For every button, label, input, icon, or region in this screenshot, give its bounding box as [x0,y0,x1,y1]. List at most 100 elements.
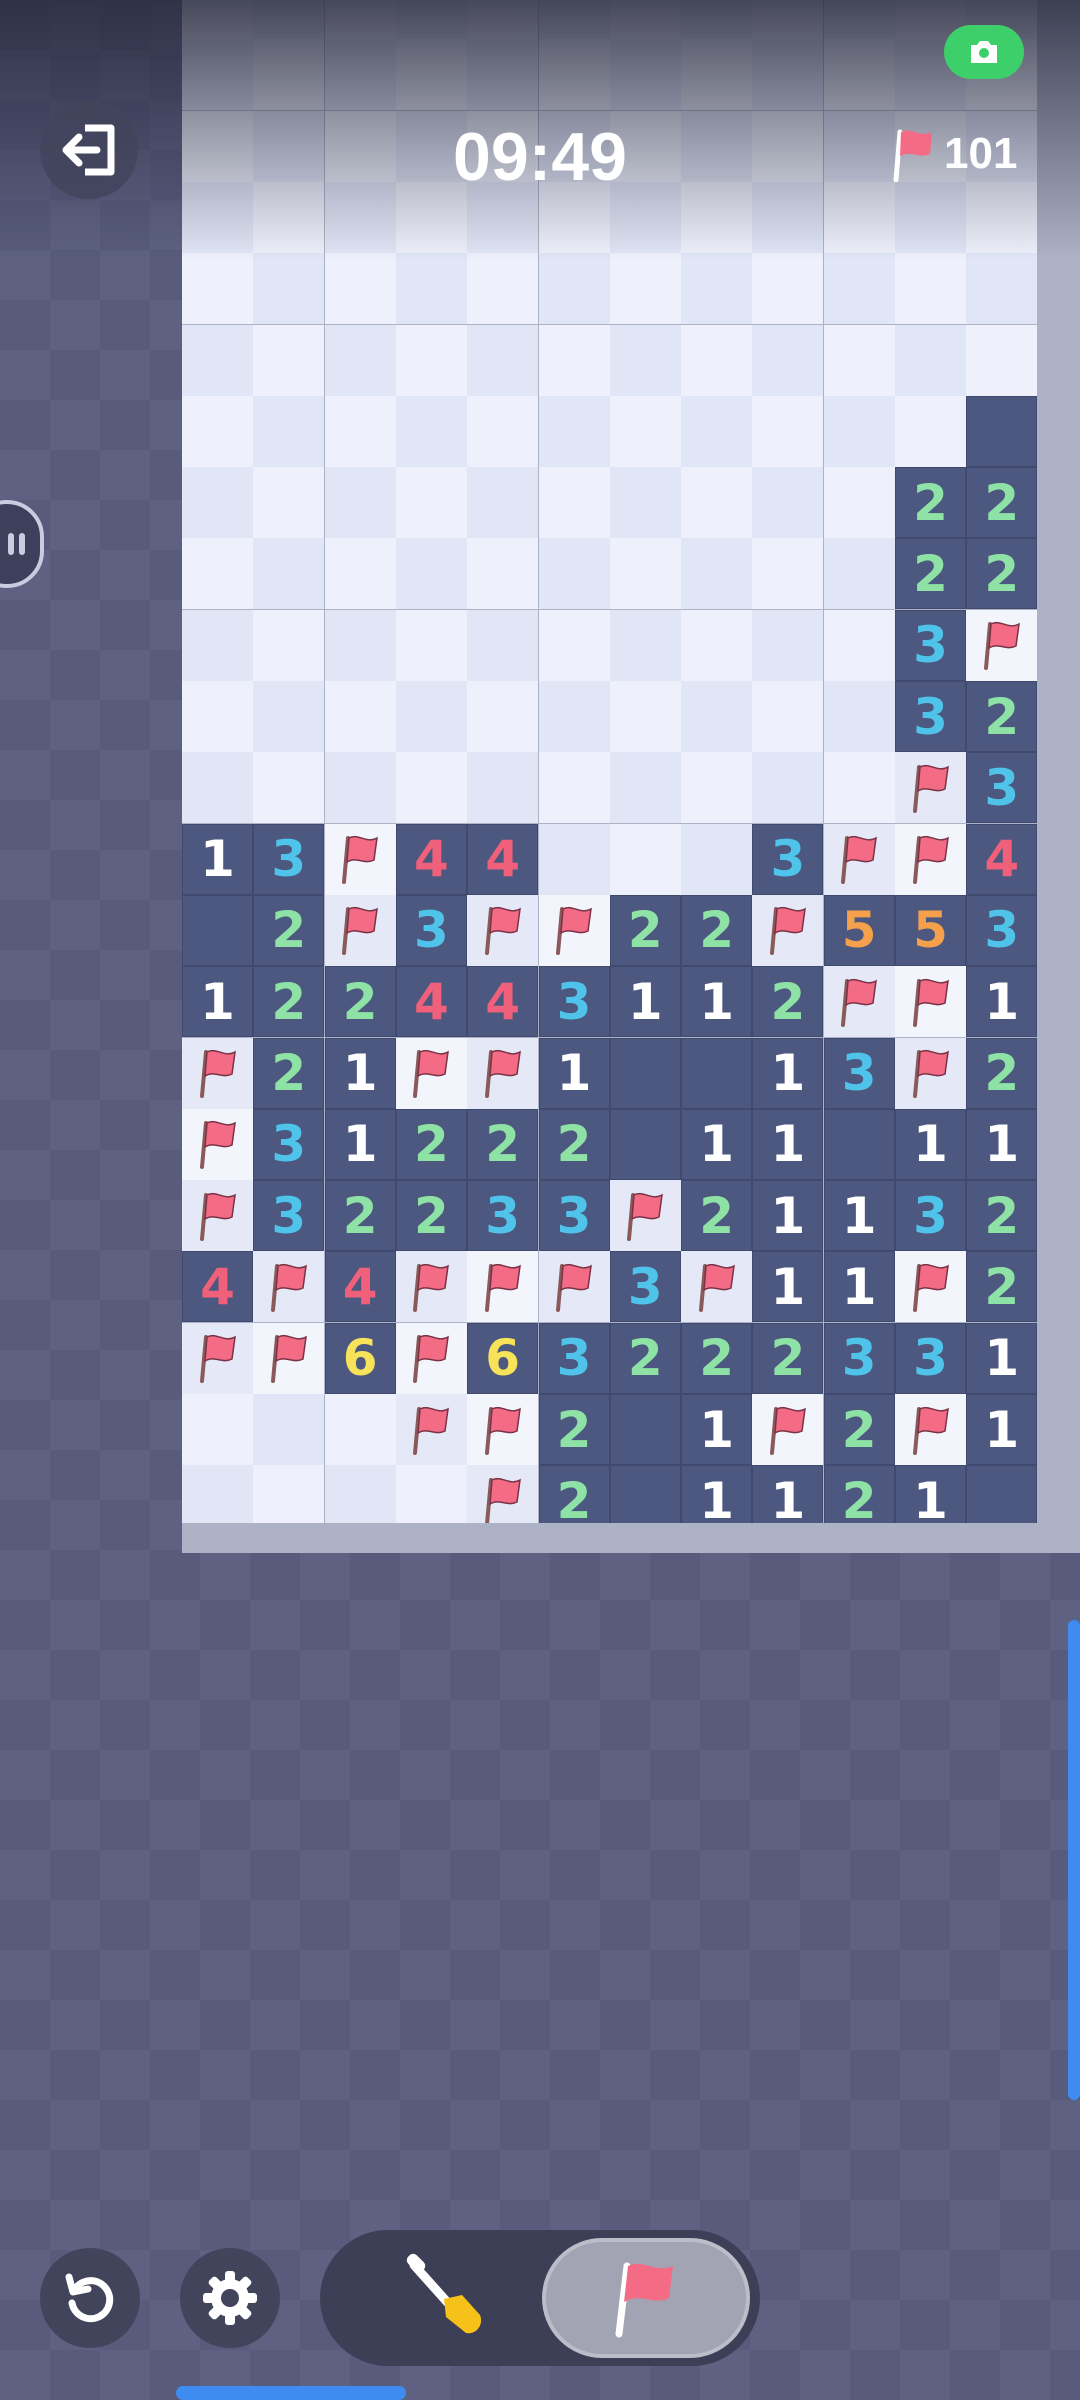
hidden-cell[interactable] [324,181,396,253]
flagged-cell[interactable] [895,1394,966,1465]
revealed-number-cell[interactable]: 3 [752,823,824,895]
revealed-number-cell[interactable]: 1 [966,1322,1038,1394]
hidden-cell[interactable] [538,395,610,467]
hidden-cell[interactable] [609,538,681,610]
flagged-cell[interactable] [895,966,966,1038]
hidden-cell[interactable] [609,253,681,325]
hidden-cell[interactable] [609,0,681,39]
revealed-number-cell[interactable]: 3 [538,966,610,1038]
hidden-cell[interactable] [182,1394,253,1465]
revealed-number-cell[interactable]: 3 [966,752,1038,824]
revealed-number-cell[interactable]: 3 [609,1251,681,1323]
hidden-cell[interactable] [823,467,895,539]
flagged-cell[interactable] [467,894,539,966]
revealed-empty-cell[interactable] [823,1108,895,1180]
revealed-number-cell[interactable]: 3 [538,1322,610,1394]
hidden-cell[interactable] [467,324,539,396]
hidden-cell[interactable] [966,181,1038,253]
flagged-cell[interactable] [253,1322,325,1394]
hidden-cell[interactable] [182,110,253,182]
hidden-cell[interactable] [467,467,539,539]
hidden-cell[interactable] [823,39,895,111]
hidden-cell[interactable] [538,253,610,325]
hidden-cell[interactable] [752,324,824,396]
revealed-number-cell[interactable]: 3 [895,1180,966,1252]
revealed-empty-cell[interactable] [681,1037,753,1109]
hidden-cell[interactable] [538,324,610,396]
revealed-number-cell[interactable]: 1 [681,966,753,1038]
revealed-empty-cell[interactable] [966,395,1038,467]
hidden-cell[interactable] [895,324,966,396]
flagged-cell[interactable] [467,1251,539,1323]
hidden-cell[interactable] [253,538,325,610]
revealed-number-cell[interactable]: 3 [253,823,325,895]
revealed-number-cell[interactable]: 1 [752,1465,824,1523]
settings-button[interactable] [180,2248,280,2348]
revealed-number-cell[interactable]: 1 [681,1394,753,1465]
revealed-number-cell[interactable]: 1 [752,1251,824,1323]
revealed-number-cell[interactable]: 2 [823,1465,895,1523]
flagged-cell[interactable] [823,823,895,895]
hidden-cell[interactable] [681,39,753,111]
hidden-cell[interactable] [324,110,396,182]
flagged-cell[interactable] [681,1251,753,1323]
hidden-cell[interactable] [823,181,895,253]
flagged-cell[interactable] [966,609,1038,681]
hidden-cell[interactable] [609,823,681,895]
hidden-cell[interactable] [182,609,253,681]
restart-button[interactable] [40,2248,140,2348]
hidden-cell[interactable] [681,752,753,824]
hidden-cell[interactable] [752,609,824,681]
revealed-number-cell[interactable]: 2 [966,1037,1038,1109]
revealed-number-cell[interactable]: 3 [966,894,1038,966]
hidden-cell[interactable] [182,681,253,752]
hidden-cell[interactable] [681,181,753,253]
revealed-number-cell[interactable]: 2 [467,1108,539,1180]
flagged-cell[interactable] [752,894,824,966]
revealed-number-cell[interactable]: 5 [895,894,966,966]
hidden-cell[interactable] [253,752,325,824]
flag-mode-button[interactable] [542,2238,750,2358]
hidden-cell[interactable] [538,681,610,752]
hidden-cell[interactable] [324,39,396,111]
flagged-cell[interactable] [182,1322,253,1394]
hidden-cell[interactable] [681,823,753,895]
hidden-cell[interactable] [609,395,681,467]
hidden-cell[interactable] [609,681,681,752]
hidden-cell[interactable] [324,1394,396,1465]
hidden-cell[interactable] [395,538,467,610]
revealed-empty-cell[interactable] [609,1465,681,1523]
hidden-cell[interactable] [182,0,253,39]
hidden-cell[interactable] [253,681,325,752]
revealed-number-cell[interactable]: 6 [324,1322,396,1394]
revealed-number-cell[interactable]: 4 [966,823,1038,895]
revealed-empty-cell[interactable] [966,1465,1038,1523]
hidden-cell[interactable] [752,467,824,539]
hidden-cell[interactable] [823,324,895,396]
flagged-cell[interactable] [395,1322,467,1394]
hidden-cell[interactable] [324,467,396,539]
revealed-number-cell[interactable]: 2 [966,538,1038,610]
revealed-number-cell[interactable]: 2 [895,467,966,539]
hidden-cell[interactable] [467,0,539,39]
flagged-cell[interactable] [467,1037,539,1109]
hidden-cell[interactable] [467,538,539,610]
hidden-cell[interactable] [895,253,966,325]
hidden-cell[interactable] [752,538,824,610]
flagged-cell[interactable] [182,1108,253,1180]
hidden-cell[interactable] [324,395,396,467]
revealed-number-cell[interactable]: 3 [895,681,966,752]
revealed-number-cell[interactable]: 2 [395,1108,467,1180]
revealed-number-cell[interactable]: 2 [681,1322,753,1394]
hidden-cell[interactable] [681,110,753,182]
hidden-cell[interactable] [182,1465,253,1523]
flagged-cell[interactable] [253,1251,325,1323]
hidden-cell[interactable] [538,609,610,681]
hidden-cell[interactable] [467,609,539,681]
hidden-cell[interactable] [681,681,753,752]
hidden-cell[interactable] [324,253,396,325]
hidden-cell[interactable] [324,609,396,681]
revealed-number-cell[interactable]: 3 [467,1180,539,1252]
hidden-cell[interactable] [467,395,539,467]
revealed-number-cell[interactable]: 4 [395,966,467,1038]
